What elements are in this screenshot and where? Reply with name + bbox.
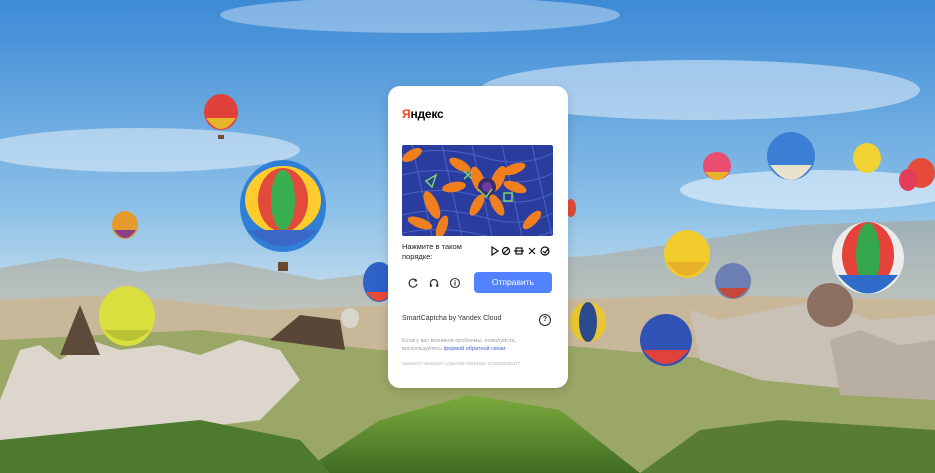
- task-sequence-icons: [491, 245, 550, 257]
- captcha-card: Яндекс Нажмите в таком порядке: Отправит…: [388, 86, 568, 388]
- request-token: a5a19e77-48a82e37-ccbee059-7b5916a1-1716…: [402, 361, 521, 366]
- feedback-form-link[interactable]: формой обратной связи: [444, 346, 506, 352]
- question-icon[interactable]: ?: [539, 314, 551, 326]
- reload-icon[interactable]: [407, 277, 419, 289]
- smartcaptcha-brand: SmartCaptcha by Yandex Cloud: [402, 315, 502, 322]
- yandex-logo: Яндекс: [402, 107, 444, 121]
- info-icon[interactable]: [449, 277, 461, 289]
- submit-button[interactable]: Отправить: [474, 272, 552, 293]
- feedback-note: Если у вас возникли проблемы, пожалуйста…: [402, 337, 554, 353]
- captcha-image: [402, 145, 553, 236]
- headphones-icon[interactable]: [428, 277, 440, 289]
- task-instruction: Нажмите в таком порядке:: [402, 242, 462, 261]
